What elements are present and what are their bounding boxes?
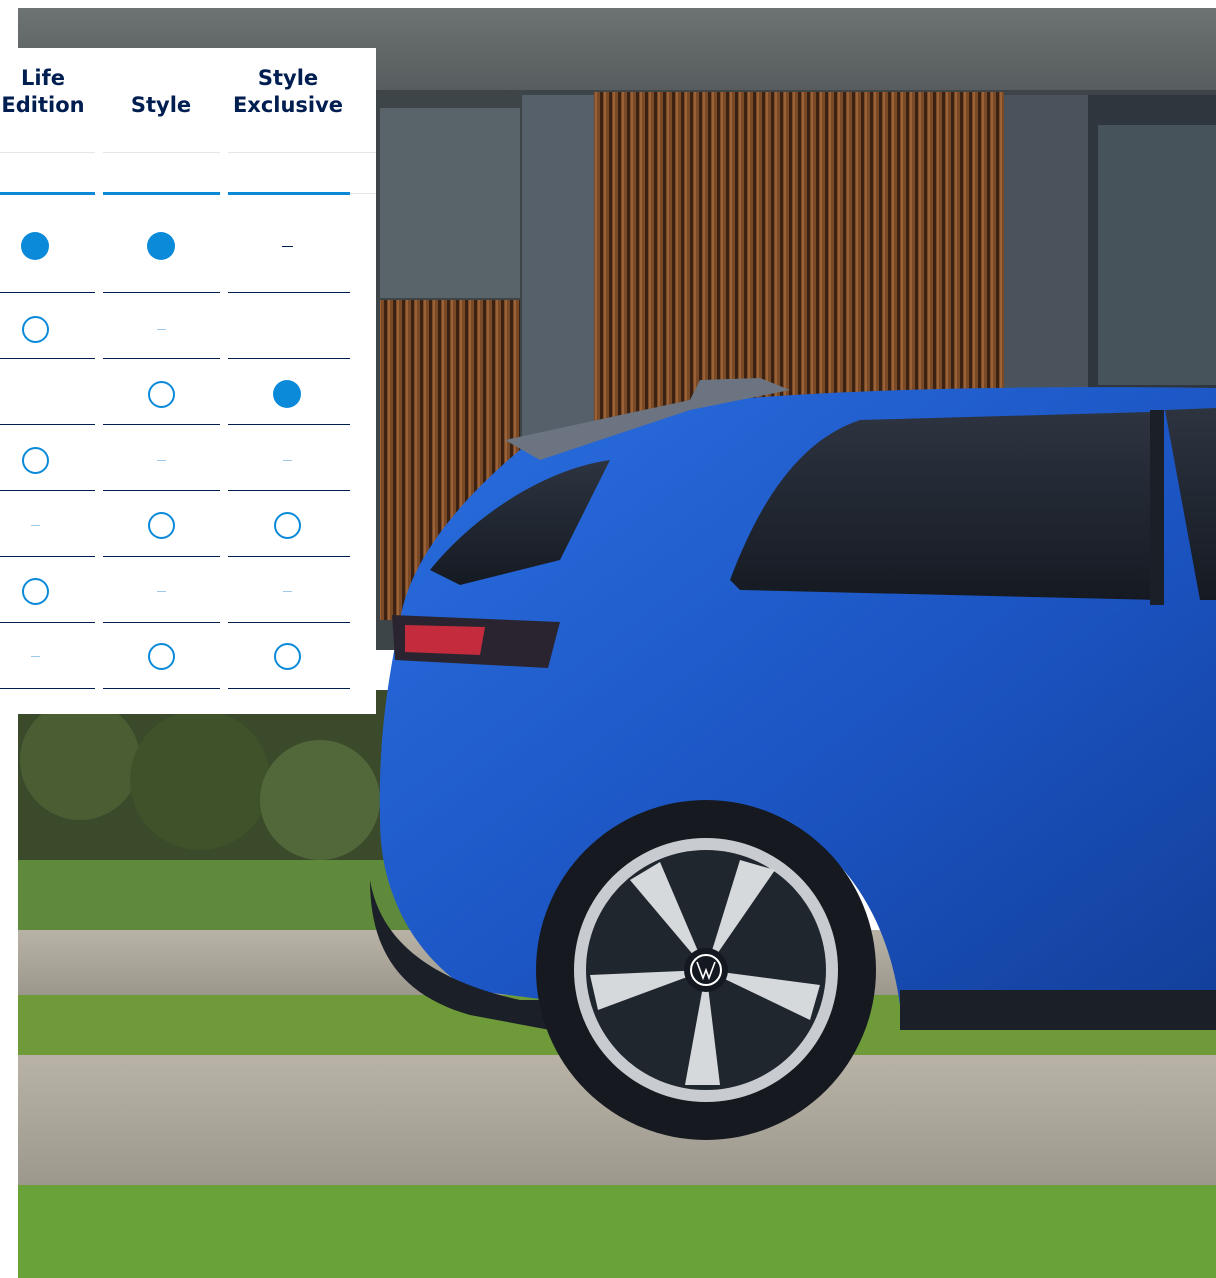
row-divider [228, 622, 350, 623]
column-header-line2: Style [130, 93, 192, 117]
column-header-style: Style [101, 65, 221, 119]
trim-comparison-table [0, 48, 376, 714]
row-divider [103, 424, 220, 425]
row-divider [228, 292, 350, 293]
row-divider [103, 622, 220, 623]
column-header-line1: Life [21, 66, 65, 90]
row-divider [228, 424, 350, 425]
tab-underline-style[interactable] [103, 192, 220, 195]
header-divider [0, 152, 95, 153]
not-available-dash [281, 245, 293, 247]
optional-feature-circle [21, 577, 49, 605]
row-divider [0, 490, 95, 491]
column-header-line1 [101, 65, 221, 92]
row-divider [0, 424, 95, 425]
not-available-dash [156, 328, 166, 330]
not-available-dash [30, 524, 40, 526]
row-divider [228, 688, 350, 689]
optional-feature-circle [21, 315, 49, 343]
standard-feature-dot [273, 380, 301, 408]
row-divider [228, 358, 350, 359]
tab-underline-style-exclusive[interactable] [228, 192, 350, 195]
column-header-line2: Edition [1, 93, 85, 117]
row-divider [228, 490, 350, 491]
row-divider [103, 358, 220, 359]
optional-feature-circle [147, 642, 175, 670]
optional-feature-circle [147, 511, 175, 539]
optional-feature-circle [273, 511, 301, 539]
optional-feature-circle [273, 642, 301, 670]
column-header-line1: Style [257, 66, 319, 90]
column-header-line2: Exclusive [232, 93, 344, 117]
optional-feature-circle [147, 380, 175, 408]
header-divider [228, 152, 376, 153]
row-divider [0, 358, 95, 359]
row-divider [103, 688, 220, 689]
not-available-dash [282, 590, 292, 592]
row-divider [0, 556, 95, 557]
column-header-style-exclusive: Style Exclusive [226, 65, 350, 119]
not-available-dash [156, 459, 166, 461]
row-divider [0, 688, 95, 689]
not-available-dash [156, 590, 166, 592]
row-divider [103, 556, 220, 557]
standard-feature-dot [147, 232, 175, 260]
tab-underline-life-edition[interactable] [0, 192, 95, 195]
not-available-dash [30, 655, 40, 657]
row-divider [103, 490, 220, 491]
row-divider [0, 622, 95, 623]
standard-feature-dot [21, 232, 49, 260]
column-header-life-edition: Life Edition [0, 65, 103, 119]
row-divider [228, 556, 350, 557]
header-divider [350, 193, 376, 194]
row-divider [103, 292, 220, 293]
optional-feature-circle [21, 446, 49, 474]
row-divider [0, 292, 95, 293]
not-available-dash [282, 459, 292, 461]
header-divider [103, 152, 220, 153]
